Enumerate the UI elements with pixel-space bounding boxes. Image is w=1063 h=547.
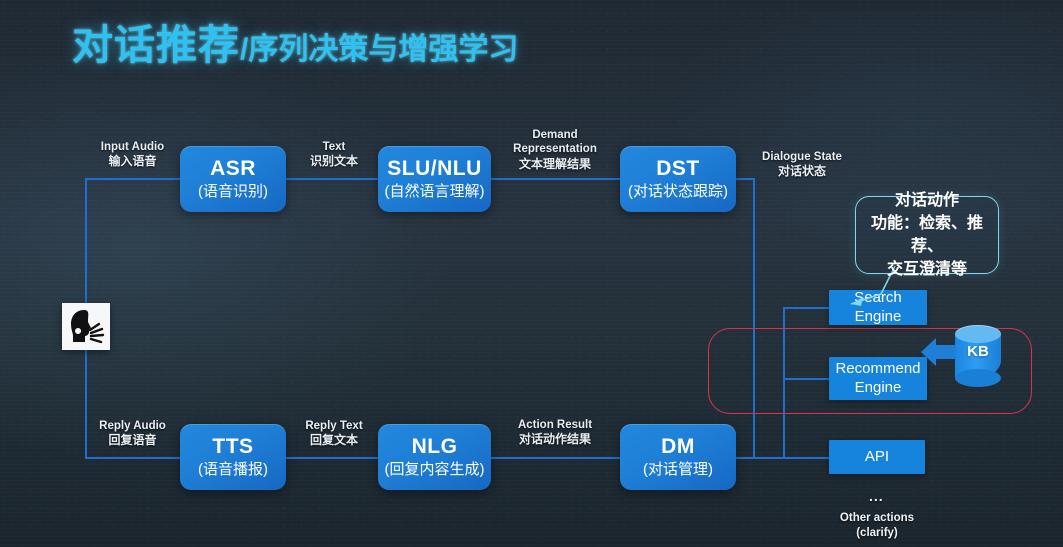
label-input-audio-cn: 输入语音: [108, 154, 157, 169]
label-reply-audio: Reply Audio 回复语音: [85, 419, 180, 448]
box-api[interactable]: API: [829, 440, 925, 474]
label-action-result-en: Action Result: [517, 419, 593, 431]
box-recommend-engine-label-line2: Engine: [854, 378, 902, 396]
other-actions-label-line2: (clarify): [856, 526, 898, 539]
label-text-cn: 识别文本: [309, 154, 358, 169]
box-asr[interactable]: ASR (语音识别): [180, 146, 286, 212]
dialogue-action-callout: 对话动作 功能：检索、推荐、 交互澄清等: [855, 192, 999, 278]
label-dialogue-state-cn: 对话状态: [777, 164, 826, 179]
box-nlg-title: NLG: [411, 434, 458, 458]
slide-canvas: 对话推荐/序列决策与增强学习 ASR (语音识别) SLU/NLU (自然语言理…: [0, 0, 1063, 547]
box-dm[interactable]: DM (对话管理): [620, 424, 736, 490]
callout-line-3: 交互澄清等: [886, 261, 967, 279]
slide-title: 对话推荐/序列决策与增强学习: [72, 25, 518, 66]
label-action-result-cn: 对话动作结果: [518, 432, 591, 447]
label-demand-representation: Demand Representation 文本理解结果: [492, 128, 618, 172]
box-asr-title: ASR: [210, 156, 256, 180]
knowledge-base-cylinder: KB: [955, 325, 1001, 387]
box-dm-subtitle: (对话管理): [643, 461, 713, 479]
label-input-audio: Input Audio 输入语音: [85, 140, 180, 169]
label-dialogue-state-en: Dialogue State: [762, 151, 842, 163]
line-dst-down-trunk: [753, 178, 755, 459]
box-nlg[interactable]: NLG (回复内容生成): [378, 424, 491, 490]
label-reply-audio-en: Reply Audio: [99, 420, 166, 432]
other-actions-label: Other actions (clarify): [815, 511, 939, 541]
callout-line-1: 对话动作: [894, 191, 959, 209]
label-reply-audio-cn: 回复语音: [108, 433, 157, 448]
line-nlg-to-dm: [488, 457, 620, 459]
line-slu-to-dst: [488, 178, 620, 180]
kb-feed-arrow-icon: [919, 330, 959, 374]
box-tts-subtitle: (语音播报): [198, 461, 268, 479]
label-reply-text-en: Reply Text: [305, 420, 363, 432]
box-dst-title: DST: [656, 156, 700, 180]
box-nlg-subtitle: (回复内容生成): [384, 461, 485, 479]
title-main-text: 对话推荐: [72, 22, 240, 68]
box-recommend-engine[interactable]: Recommend Engine: [829, 357, 927, 400]
box-api-label: API: [864, 447, 890, 465]
box-tts-title: TTS: [212, 434, 254, 458]
label-dialogue-state: Dialogue State 对话状态: [738, 150, 866, 179]
label-reply-text: Reply Text 回复文本: [287, 419, 381, 448]
line-person-to-tts: [85, 457, 180, 459]
box-dst[interactable]: DST (对话状态跟踪): [620, 146, 736, 212]
label-reply-text-cn: 回复文本: [309, 433, 358, 448]
box-dm-title: DM: [661, 434, 695, 458]
title-sub-text: /序列决策与增强学习: [240, 33, 519, 66]
label-demand-representation-en-line2: Representation: [513, 143, 597, 156]
line-branch-to-search-engine: [783, 307, 829, 309]
label-demand-representation-cn: 文本理解结果: [518, 156, 591, 171]
line-tts-to-nlg: [286, 457, 382, 459]
box-asr-subtitle: (语音识别): [198, 183, 268, 201]
label-text-en: Text: [322, 141, 346, 153]
speaking-person-glyph: [71, 309, 105, 343]
callout-line-2: 功能：检索、推荐、: [870, 214, 983, 255]
line-dm-to-api: [735, 457, 831, 459]
label-input-audio-en: Input Audio: [100, 141, 165, 153]
box-recommend-engine-label-line1: Recommend: [835, 360, 921, 378]
box-slu-nlu-title: SLU/NLU: [387, 156, 482, 180]
box-slu-nlu[interactable]: SLU/NLU (自然语言理解): [378, 146, 491, 212]
kb-label: KB: [967, 343, 989, 360]
line-asr-to-slu: [286, 178, 382, 180]
label-text: Text 识别文本: [287, 140, 381, 169]
other-actions-ellipsis: ...: [869, 488, 884, 504]
speaking-person-icon: [62, 303, 110, 350]
box-slu-nlu-subtitle: (自然语言理解): [384, 183, 485, 201]
label-action-result: Action Result 对话动作结果: [492, 418, 618, 447]
box-tts[interactable]: TTS (语音播报): [180, 424, 286, 490]
label-demand-representation-en-line1: Demand: [532, 129, 578, 141]
other-actions-label-line1: Other actions: [839, 512, 915, 524]
box-dst-subtitle: (对话状态跟踪): [628, 183, 728, 201]
line-person-to-asr: [85, 178, 180, 180]
